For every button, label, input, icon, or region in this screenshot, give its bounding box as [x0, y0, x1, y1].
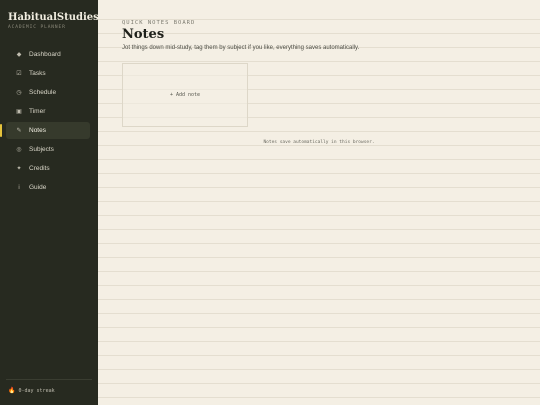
page-eyebrow: QUICK NOTES BOARD: [122, 20, 196, 26]
sidebar-item-label: Credits: [29, 165, 50, 172]
sidebar: HabitualStudies . ACADEMIC PLANNER ◆ Das…: [0, 0, 106, 405]
autosave-note: Notes save automatically in this browser…: [263, 140, 375, 145]
sidebar-item-schedule[interactable]: ◷ Schedule: [6, 84, 90, 101]
checkbox-icon: ☑: [16, 71, 22, 77]
sidebar-item-subjects[interactable]: ◎ Subjects: [6, 141, 90, 158]
timer-icon: ▣: [16, 109, 22, 115]
sidebar-item-timer[interactable]: ▣ Timer: [6, 103, 90, 120]
page-title: Notes: [122, 27, 165, 42]
sidebar-item-label: Notes: [29, 127, 46, 134]
info-icon: i: [18, 184, 20, 191]
sidebar-item-label: Subjects: [29, 146, 54, 153]
sidebar-item-credits[interactable]: ✦ Credits: [6, 160, 90, 177]
sidebar-item-label: Dashboard: [29, 51, 61, 58]
brand-logo[interactable]: HabitualStudies .: [8, 12, 106, 23]
sidebar-item-label: Timer: [29, 108, 46, 115]
pencil-icon: ✎: [16, 128, 22, 134]
streak-label: 0-day streak: [18, 387, 55, 394]
sidebar-item-guide[interactable]: i Guide: [6, 179, 90, 196]
sidebar-item-label: Tasks: [29, 70, 46, 77]
brand-subtitle: ACADEMIC PLANNER: [8, 25, 66, 30]
add-note-label: + Add note: [169, 92, 201, 98]
page-subtitle: Jot things down mid-study, tag them by s…: [122, 45, 360, 51]
brand-name: HabitualStudies: [8, 12, 99, 23]
sidebar-item-dashboard[interactable]: ◆ Dashboard: [6, 46, 90, 63]
sidebar-item-label: Schedule: [29, 89, 57, 96]
sidebar-divider: [6, 379, 92, 380]
diamond-icon: ◆: [16, 52, 22, 58]
add-note-button[interactable]: + Add note: [122, 63, 248, 127]
sidebar-item-tasks[interactable]: ☑ Tasks: [6, 65, 90, 82]
flame-icon: 🔥: [8, 387, 16, 394]
sidebar-nav: ◆ Dashboard ☑ Tasks ◷ Schedule ▣ Timer ✎…: [0, 46, 90, 198]
sparkle-icon: ✦: [16, 166, 22, 172]
sidebar-item-label: Guide: [29, 184, 47, 191]
target-icon: ◎: [16, 147, 22, 153]
main-content: QUICK NOTES BOARD Notes Jot things down …: [98, 0, 540, 405]
clock-icon: ◷: [16, 90, 22, 96]
sidebar-item-notes[interactable]: ✎ Notes: [0, 122, 90, 139]
streak-indicator: 🔥 0-day streak: [8, 387, 55, 394]
